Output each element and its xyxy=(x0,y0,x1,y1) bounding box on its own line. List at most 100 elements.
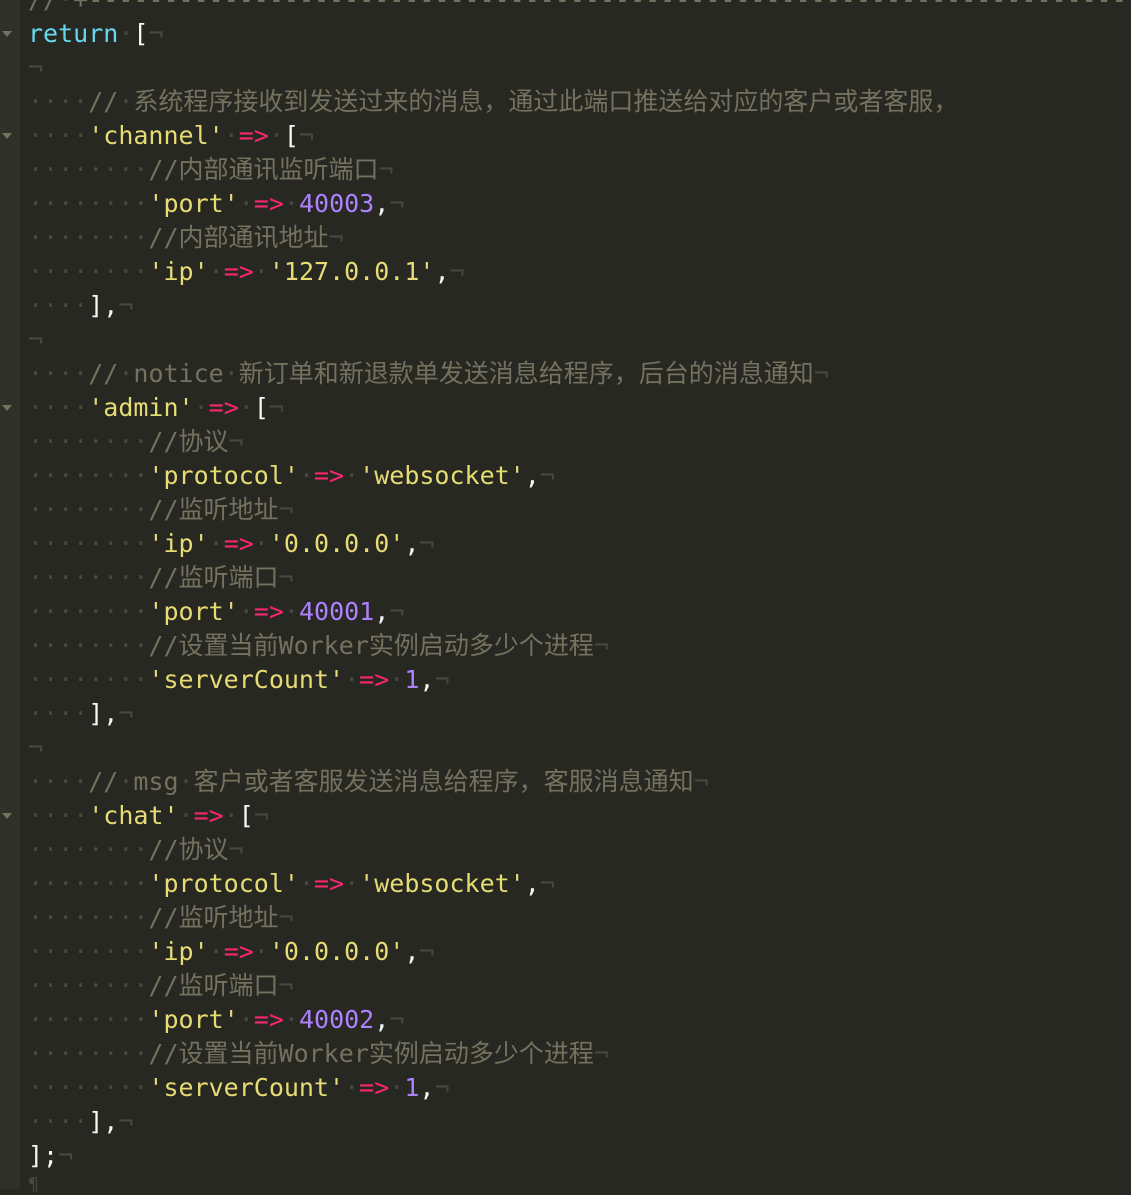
code-line[interactable]: ········'port'·=>·40002,¬ xyxy=(28,1003,1131,1037)
code-line[interactable]: ········//内部通讯地址¬ xyxy=(28,221,1131,255)
code-line[interactable]: ········//监听地址¬ xyxy=(28,901,1131,935)
code-line[interactable]: ····//·msg·客户或者客服发送消息给程序，客服消息通知¬ xyxy=(28,765,1131,799)
code-token: 1 xyxy=(404,1073,420,1102)
whitespace-marker: ¬ xyxy=(434,1073,450,1102)
code-token: => xyxy=(314,461,345,490)
code-token: ----------------------------------------… xyxy=(88,0,1131,14)
whitespace-marker: ¬ xyxy=(389,189,405,218)
whitespace-marker: · xyxy=(208,937,224,966)
code-token: ], xyxy=(88,1107,119,1136)
whitespace-marker: ¬ xyxy=(593,1039,609,1068)
whitespace-marker: ········ xyxy=(28,529,149,558)
code-line[interactable]: ········//监听地址¬ xyxy=(28,493,1131,527)
whitespace-marker: ¬ xyxy=(389,597,405,626)
whitespace-marker: ¬ xyxy=(328,223,344,252)
code-token: 'protocol' xyxy=(148,869,299,898)
whitespace-marker: ¬ xyxy=(813,359,829,388)
whitespace-marker: ¬ xyxy=(278,903,294,932)
whitespace-marker: ¬ xyxy=(118,1107,134,1136)
code-line[interactable]: ········'ip'·=>·'0.0.0.0',¬ xyxy=(28,527,1131,561)
whitespace-marker: · xyxy=(238,597,254,626)
code-line[interactable]: ········'ip'·=>·'127.0.0.1',¬ xyxy=(28,255,1131,289)
whitespace-marker: ········ xyxy=(28,461,149,490)
whitespace-marker: ¬ xyxy=(118,699,134,728)
whitespace-marker: ···· xyxy=(28,767,89,796)
code-line[interactable]: //·+------------------------------------… xyxy=(28,0,1131,17)
code-line[interactable]: ········'serverCount'·=>·1,¬ xyxy=(28,1071,1131,1105)
whitespace-marker: ¬ xyxy=(539,461,555,490)
code-token: => xyxy=(359,1073,390,1102)
whitespace-marker: · xyxy=(178,767,194,796)
code-line[interactable]: ¬ xyxy=(28,51,1131,85)
code-token: '0.0.0.0' xyxy=(268,529,405,558)
code-line[interactable]: ];¬ xyxy=(28,1139,1131,1173)
code-line[interactable]: ········//协议¬ xyxy=(28,425,1131,459)
whitespace-marker: · xyxy=(268,121,284,150)
code-token: ], xyxy=(88,699,119,728)
whitespace-marker: ¬ xyxy=(693,767,709,796)
code-token: //监听端口 xyxy=(148,971,279,1000)
code-token: //协议 xyxy=(148,835,229,864)
code-token: //内部通讯地址 xyxy=(148,223,329,252)
code-line[interactable]: ········//设置当前Worker实例启动多少个进程¬ xyxy=(28,629,1131,663)
whitespace-marker: ········ xyxy=(28,223,149,252)
whitespace-marker: · xyxy=(238,189,254,218)
code-token: // xyxy=(88,767,119,796)
code-line[interactable]: ····],¬ xyxy=(28,289,1131,323)
code-line[interactable]: ········'port'·=>·40003,¬ xyxy=(28,187,1131,221)
whitespace-marker: ···· xyxy=(28,393,89,422)
code-token: [ xyxy=(253,393,269,422)
code-line[interactable]: ····'chat'·=>·[¬ xyxy=(28,799,1131,833)
whitespace-marker: · xyxy=(118,767,134,796)
whitespace-marker: ········ xyxy=(28,903,149,932)
code-line[interactable]: ········//监听端口¬ xyxy=(28,561,1131,595)
code-line[interactable]: ¬ xyxy=(28,731,1131,765)
code-token: 'admin' xyxy=(88,393,194,422)
whitespace-marker: · xyxy=(223,359,239,388)
code-line[interactable]: ········//设置当前Worker实例启动多少个进程¬ xyxy=(28,1037,1131,1071)
code-token: //监听地址 xyxy=(148,903,279,932)
code-line[interactable]: ········'protocol'·=>·'websocket',¬ xyxy=(28,459,1131,493)
whitespace-marker: ¬ xyxy=(58,1141,74,1170)
code-line[interactable]: return·[¬ xyxy=(28,17,1131,51)
code-token: [ xyxy=(283,121,299,150)
whitespace-marker: ···· xyxy=(28,291,89,320)
code-line[interactable]: ····'admin'·=>·[¬ xyxy=(28,391,1131,425)
whitespace-marker: · xyxy=(178,801,194,830)
code-line[interactable]: ········//内部通讯监听端口¬ xyxy=(28,153,1131,187)
whitespace-marker: · xyxy=(118,87,134,116)
whitespace-marker: ········ xyxy=(28,495,149,524)
code-token: 'websocket' xyxy=(359,461,525,490)
whitespace-marker: ¬ xyxy=(228,427,244,456)
code-token: 'port' xyxy=(148,189,239,218)
whitespace-marker: ¬ xyxy=(378,155,394,184)
whitespace-marker: ········ xyxy=(28,1005,149,1034)
code-line[interactable]: ····],¬ xyxy=(28,1105,1131,1139)
code-token: //内部通讯监听端口 xyxy=(148,155,379,184)
code-line[interactable]: ····//·notice·新订单和新退款单发送消息给程序，后台的消息通知¬ xyxy=(28,357,1131,391)
code-line[interactable]: ········'port'·=>·40001,¬ xyxy=(28,595,1131,629)
code-line[interactable]: ¬ xyxy=(28,323,1131,357)
code-line[interactable]: ····//·系统程序接收到发送过来的消息，通过此端口推送给对应的客户或者客服， xyxy=(28,85,1131,119)
code-line[interactable]: ········'ip'·=>·'0.0.0.0',¬ xyxy=(28,935,1131,969)
code-token: , xyxy=(374,597,390,626)
whitespace-marker: ¬ xyxy=(28,53,44,82)
code-token: '0.0.0.0' xyxy=(268,937,405,966)
code-line[interactable]: ····'channel'·=>·[¬ xyxy=(28,119,1131,153)
code-token: , xyxy=(374,189,390,218)
code-line[interactable]: ········'serverCount'·=>·1,¬ xyxy=(28,663,1131,697)
whitespace-marker: ···· xyxy=(28,359,89,388)
code-line[interactable]: ········'protocol'·=>·'websocket',¬ xyxy=(28,867,1131,901)
whitespace-marker: ¬ xyxy=(298,121,315,150)
code-editor[interactable]: //·+------------------------------------… xyxy=(0,0,1131,1189)
code-token: 系统程序接收到发送过来的消息，通过此端口推送给对应的客户或者客服， xyxy=(133,87,959,116)
code-line[interactable]: ····],¬ xyxy=(28,697,1131,731)
code-line[interactable]: ········//监听端口¬ xyxy=(28,969,1131,1003)
code-token: 'serverCount' xyxy=(148,665,345,694)
whitespace-marker: · xyxy=(344,665,360,694)
whitespace-marker: · xyxy=(389,1073,405,1102)
code-token: , xyxy=(404,529,420,558)
code-token: => xyxy=(253,1005,284,1034)
code-line[interactable]: ········//协议¬ xyxy=(28,833,1131,867)
code-token: [ xyxy=(238,801,254,830)
